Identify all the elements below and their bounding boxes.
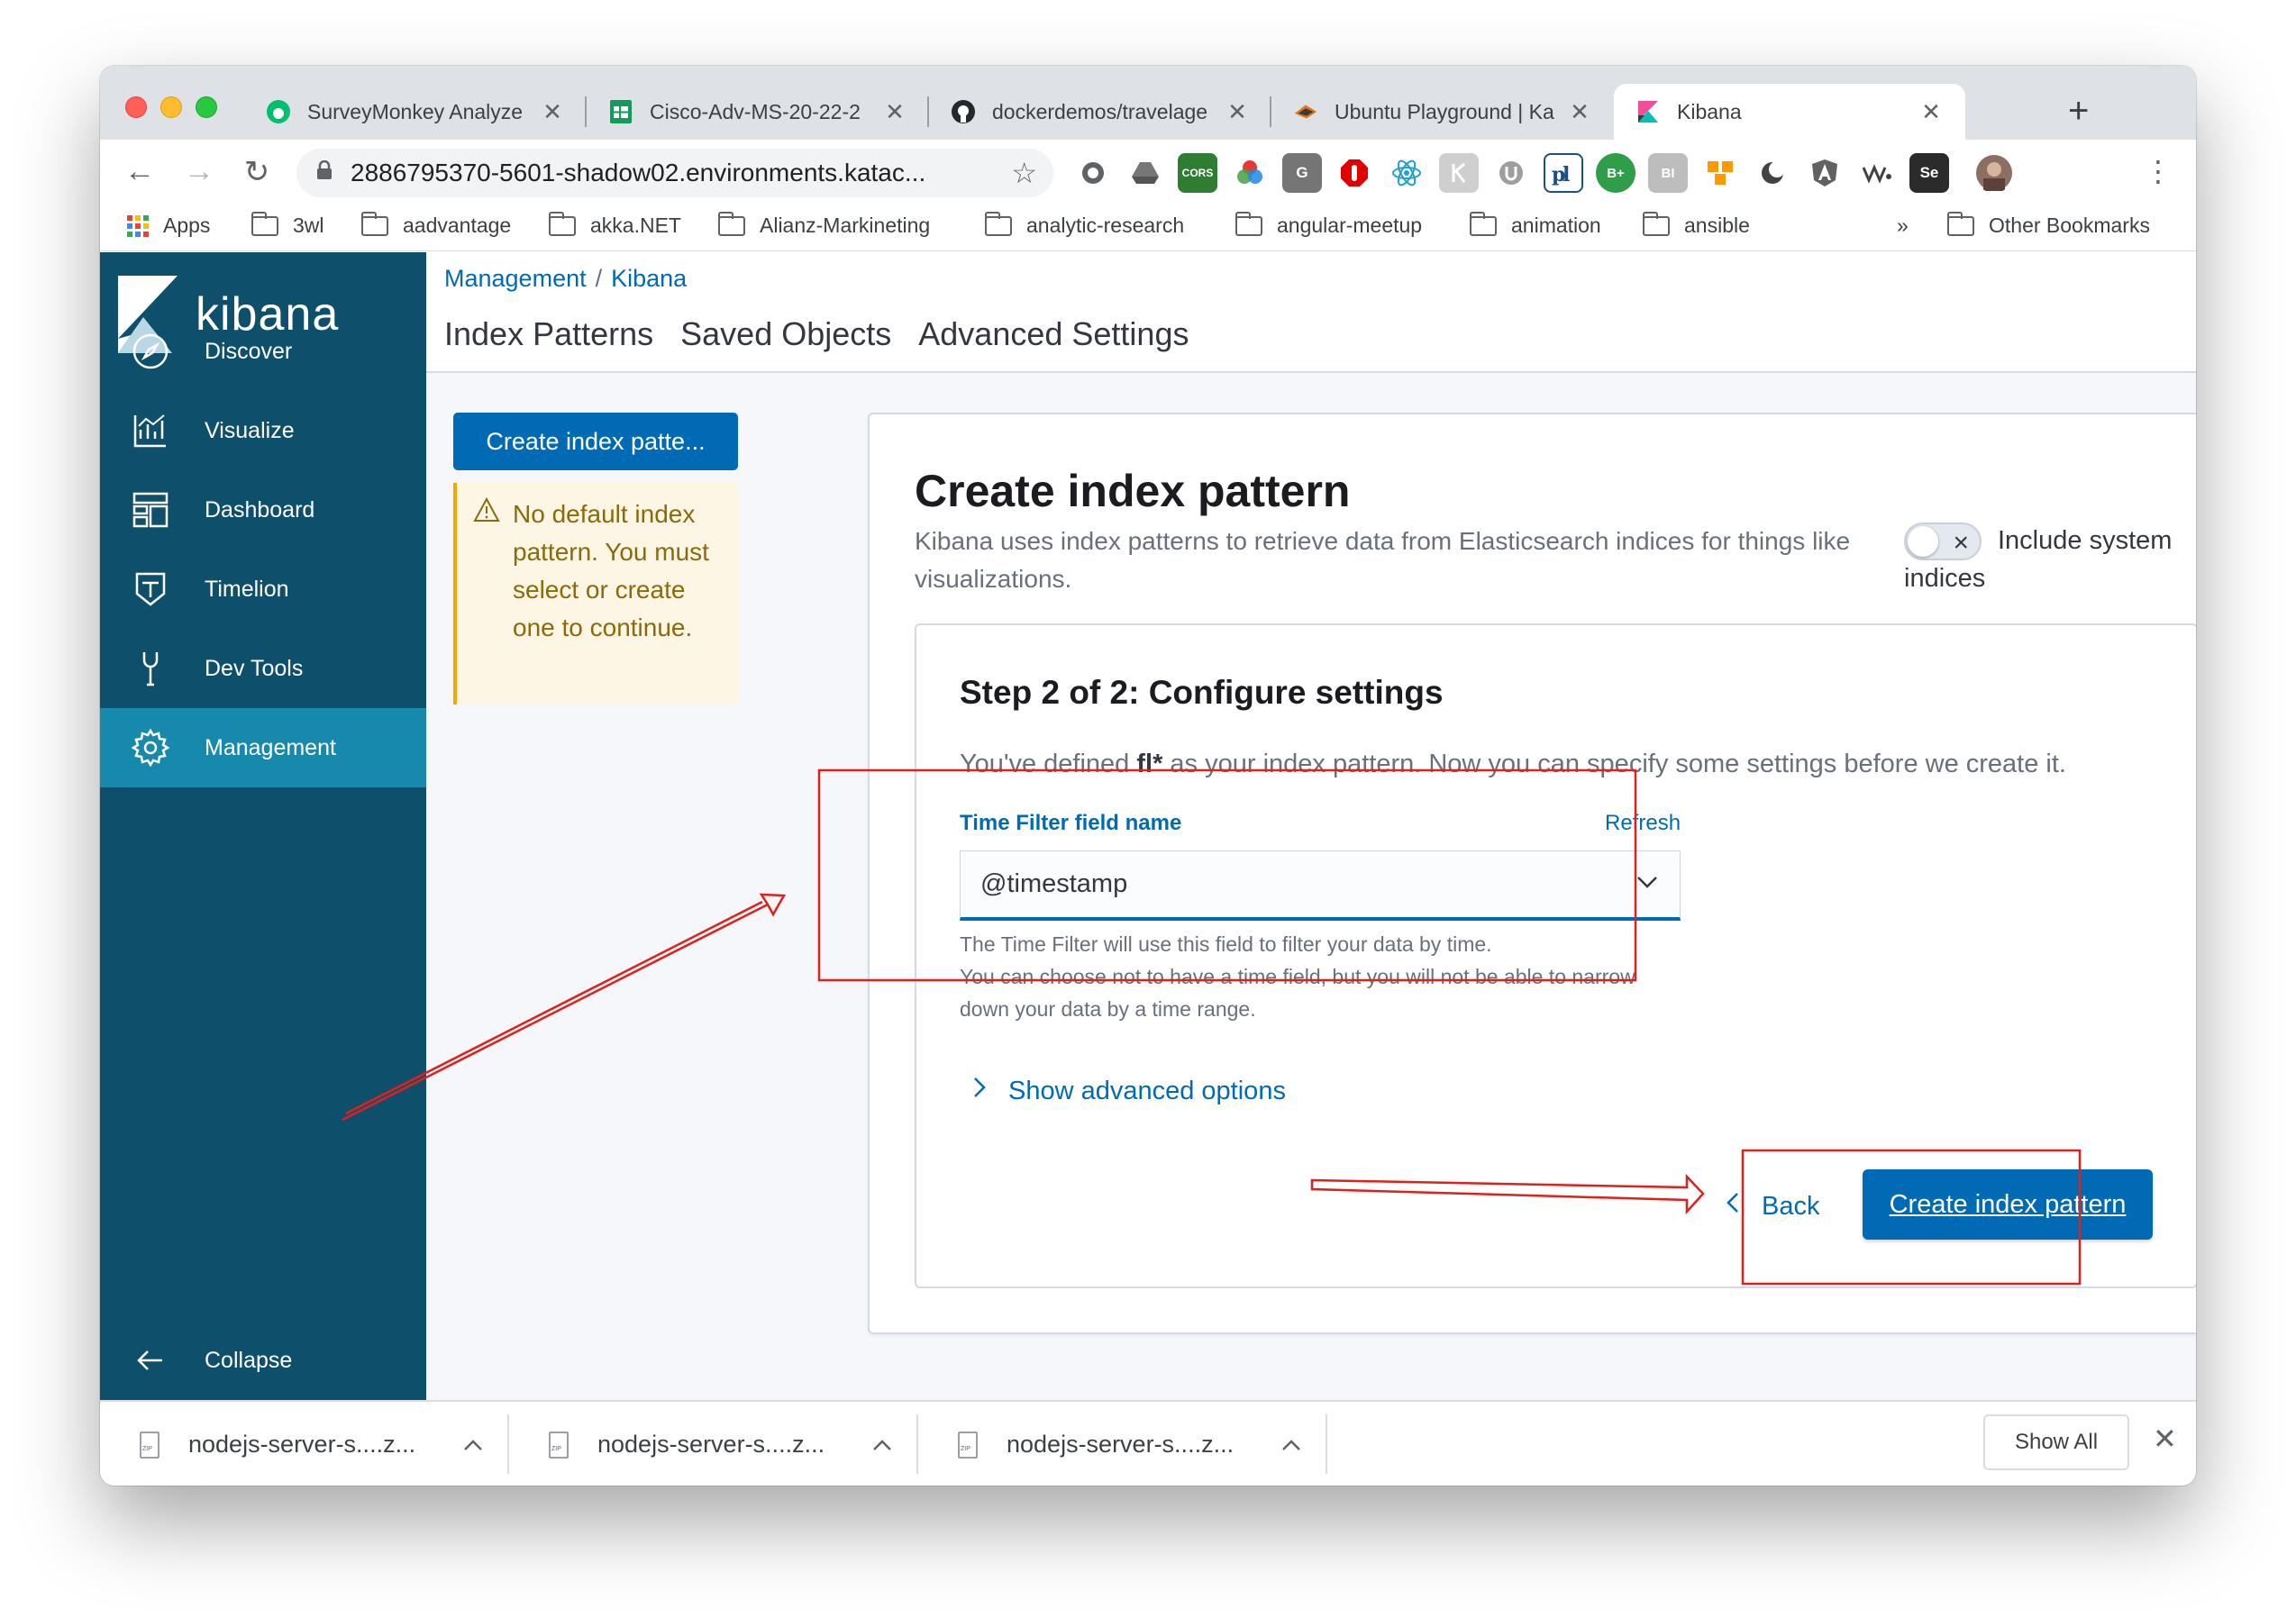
- annotation-overlay: [342, 768, 2082, 1286]
- annotation-arrow-to-field: [342, 893, 787, 1122]
- annotation-arrow-to-button: [1310, 1173, 1705, 1215]
- annotation-box-create-button: [1741, 1149, 2082, 1286]
- annotation-box-time-field: [817, 768, 1637, 982]
